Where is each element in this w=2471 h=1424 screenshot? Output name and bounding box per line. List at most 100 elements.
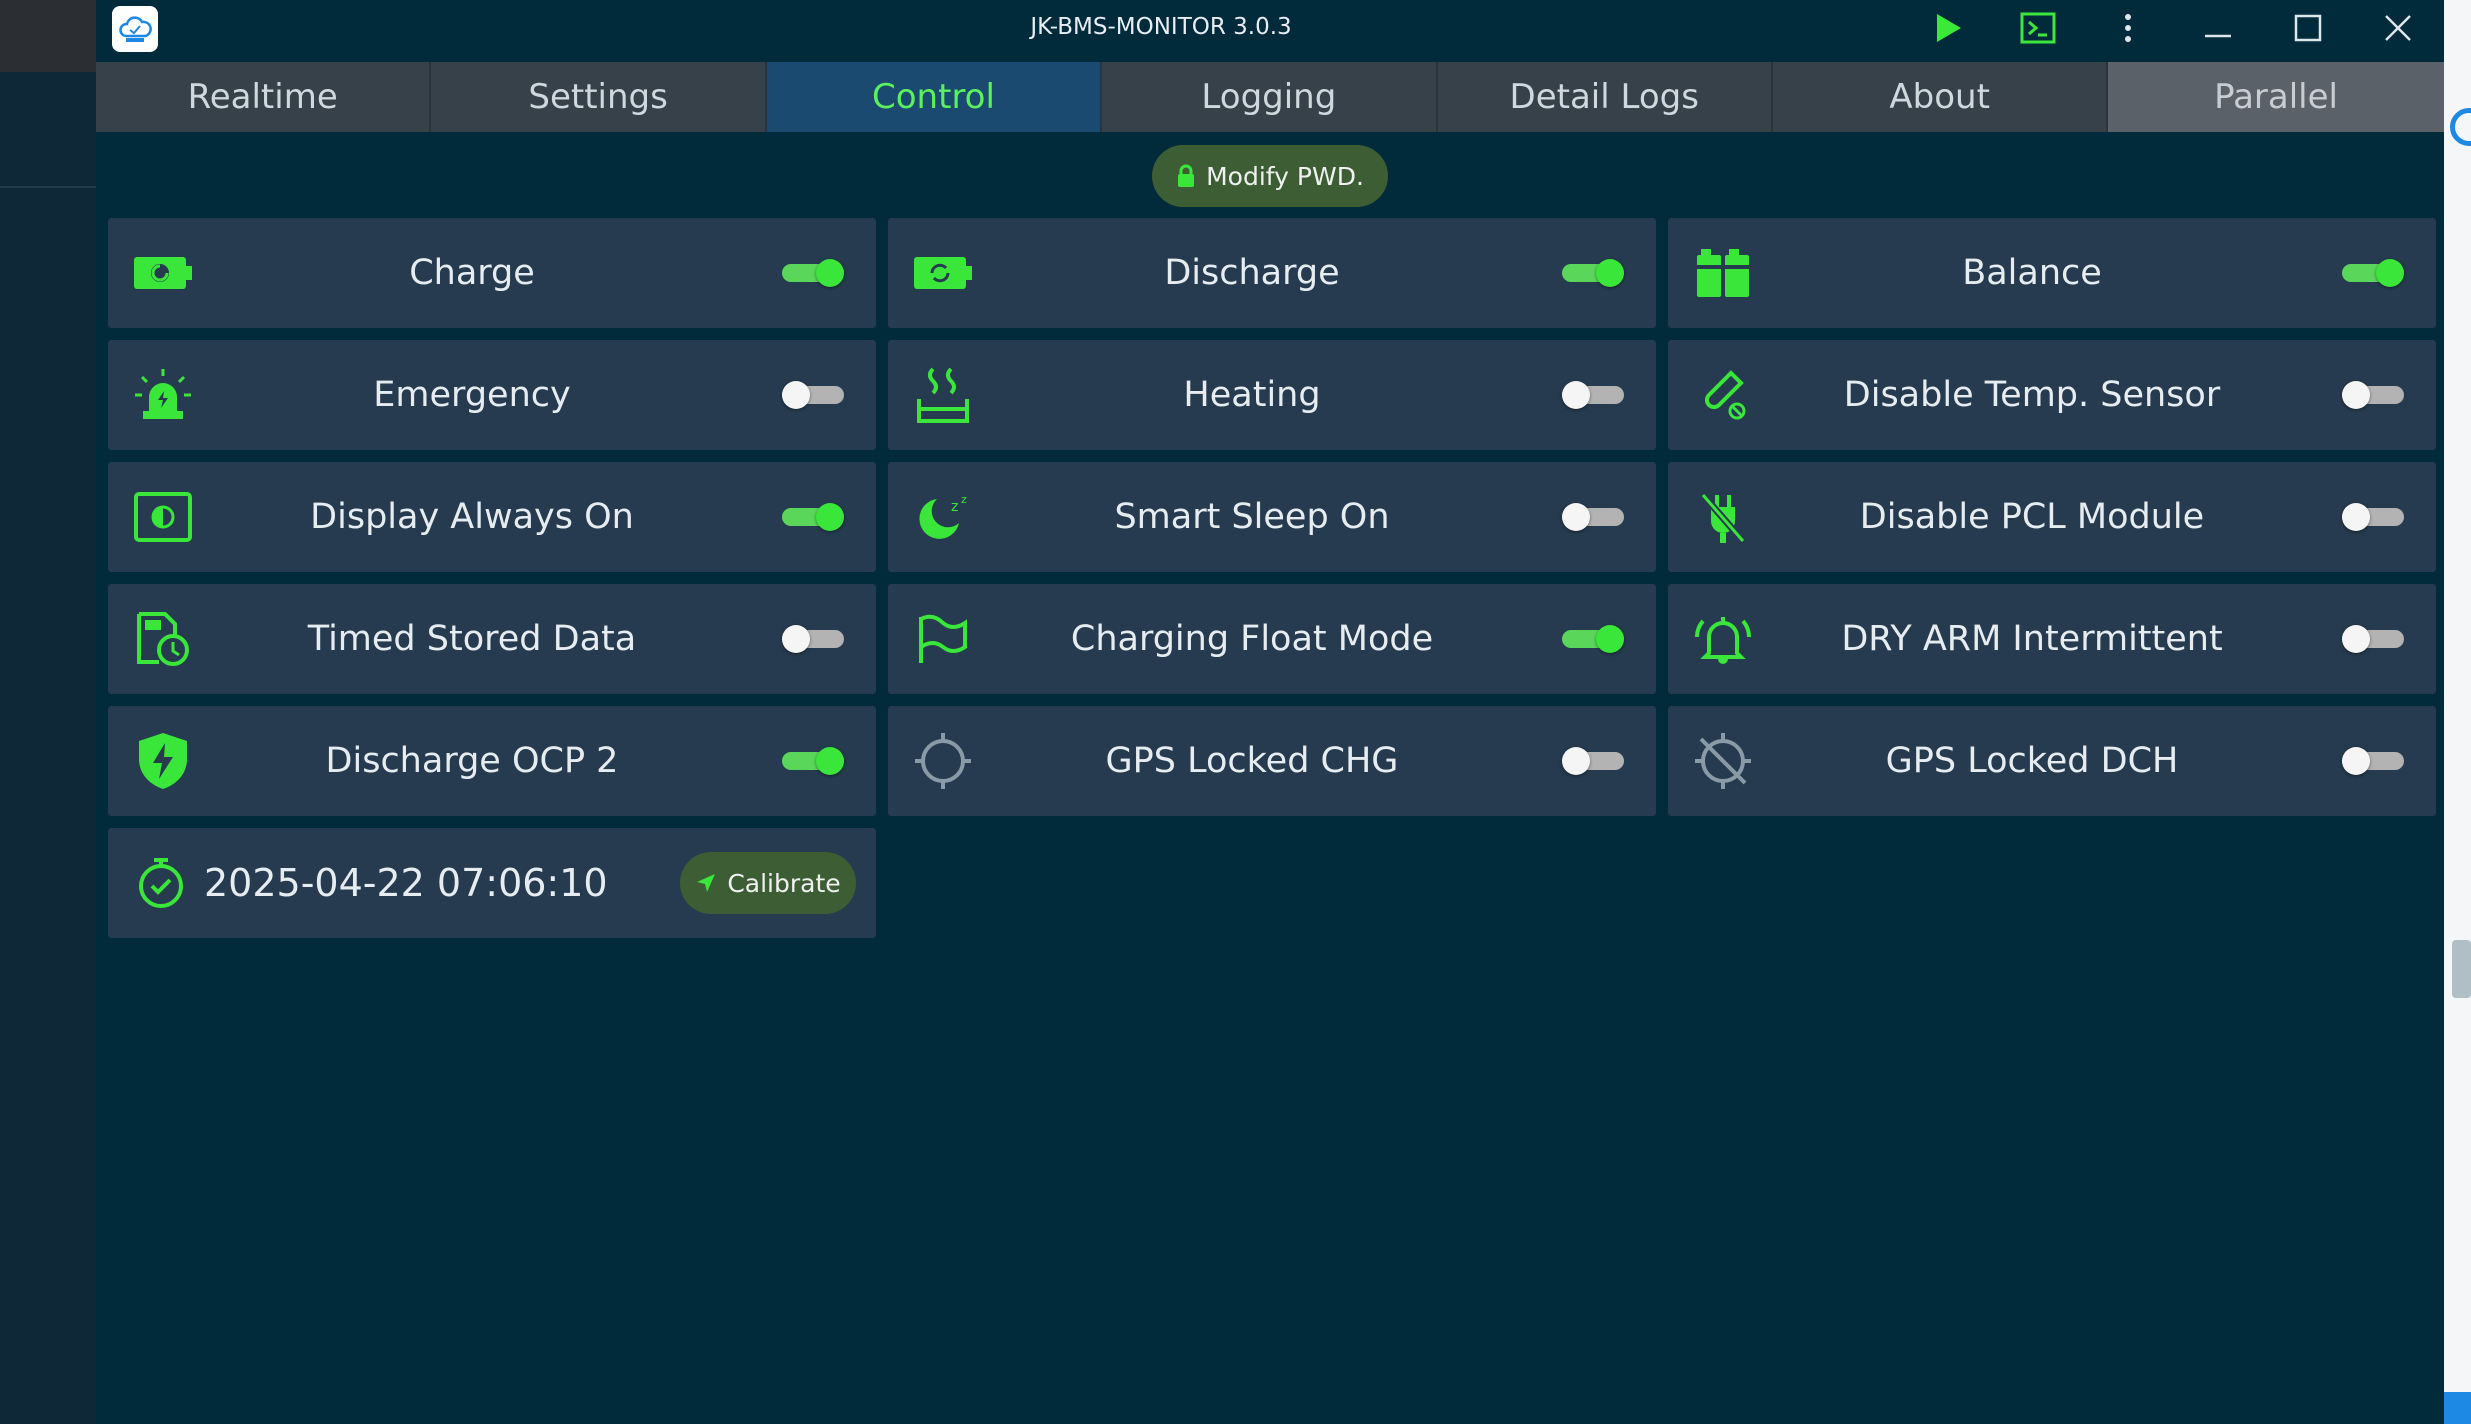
flag-icon <box>912 611 974 667</box>
control-card-display-always-on: Display Always On <box>108 462 876 572</box>
play-button[interactable] <box>1920 4 1976 52</box>
background-accent-bar <box>2444 1392 2471 1424</box>
calibrate-button[interactable]: Calibrate <box>680 852 856 914</box>
control-label: Charge <box>409 253 535 293</box>
control-label: GPS Locked DCH <box>1885 741 2179 781</box>
control-label: Timed Stored Data <box>307 619 637 659</box>
modify-password-button[interactable]: Modify PWD. <box>1152 145 1388 207</box>
disable-temp-sensor-toggle[interactable] <box>2342 381 2404 409</box>
gps-locked-dch-toggle[interactable] <box>2342 747 2404 775</box>
battery-charge-icon <box>132 245 194 301</box>
display-icon <box>132 489 194 545</box>
discharge-ocp-2-toggle[interactable] <box>782 747 844 775</box>
heating-icon <box>912 367 974 423</box>
battery-discharge-icon <box>912 245 974 301</box>
battery-balance-icon <box>1692 245 1754 301</box>
title-bar: JK-BMS-MONITOR 3.0.3 <box>96 0 2444 62</box>
control-card-smart-sleep-on: zz Smart Sleep On <box>888 462 1656 572</box>
control-card-balance: Balance <box>1668 218 2436 328</box>
tab-control[interactable]: Control <box>766 62 1103 132</box>
control-card-heating: Heating <box>888 340 1656 450</box>
gps-crosshair-icon <box>912 733 974 789</box>
send-icon <box>697 874 716 892</box>
tab-settings[interactable]: Settings <box>431 62 767 132</box>
tab-realtime[interactable]: Realtime <box>96 62 432 132</box>
control-card-emergency: Emergency <box>108 340 876 450</box>
control-label: Discharge <box>1164 253 1340 293</box>
lock-icon <box>1178 164 1195 187</box>
background-scroll-bar <box>2452 940 2471 998</box>
shield-bolt-icon <box>132 733 194 789</box>
control-card-discharge: Discharge <box>888 218 1656 328</box>
tab-bar: Realtime Settings Control Logging Detail… <box>96 62 2444 132</box>
minimize-button[interactable] <box>2190 4 2246 52</box>
modify-password-label: Modify PWD. <box>1206 161 1364 191</box>
play-icon <box>1937 14 1961 42</box>
dry-arm-intermittent-toggle[interactable] <box>2342 625 2404 653</box>
timer-check-icon <box>134 856 188 910</box>
tab-logging[interactable]: Logging <box>1102 62 1438 132</box>
background-desktop-right <box>2444 0 2471 1424</box>
control-label: Disable Temp. Sensor <box>1843 375 2221 415</box>
background-strip <box>0 0 96 72</box>
terminal-button[interactable] <box>2010 4 2066 52</box>
control-label: Smart Sleep On <box>1114 497 1390 537</box>
close-icon <box>2385 15 2411 41</box>
control-label: Display Always On <box>310 497 634 537</box>
tab-detail-logs[interactable]: Detail Logs <box>1437 62 1773 132</box>
gps-locked-chg-toggle[interactable] <box>1562 747 1624 775</box>
terminal-icon <box>2020 12 2056 44</box>
tab-about[interactable]: About <box>1772 62 2109 132</box>
alarm-bell-icon <box>1692 611 1754 667</box>
display-always-on-toggle[interactable] <box>782 503 844 531</box>
temp-sensor-off-icon <box>1692 367 1754 423</box>
svg-text:z: z <box>961 493 967 506</box>
control-label: Discharge OCP 2 <box>325 741 619 781</box>
emergency-toggle[interactable] <box>782 381 844 409</box>
control-card-charge: Charge <box>108 218 876 328</box>
control-card-timed-stored-data: Timed Stored Data <box>108 584 876 694</box>
file-clock-icon <box>132 611 194 667</box>
svg-text:z: z <box>951 499 958 515</box>
tab-parallel[interactable]: Parallel <box>2108 62 2444 132</box>
disable-pcl-module-toggle[interactable] <box>2342 503 2404 531</box>
minimize-icon <box>2205 34 2231 38</box>
control-label: Balance <box>1962 253 2102 293</box>
background-divider <box>0 186 96 188</box>
calibrate-label: Calibrate <box>727 868 841 898</box>
emergency-siren-icon <box>132 367 194 423</box>
background-desktop-left <box>0 0 96 1424</box>
clock-card: 2025-04-22 07:06:10 Calibrate <box>108 828 876 938</box>
control-card-disable-temp-sensor: Disable Temp. Sensor <box>1668 340 2436 450</box>
more-vertical-icon <box>2125 14 2131 42</box>
control-card-disable-pcl-module: Disable PCL Module <box>1668 462 2436 572</box>
more-menu-button[interactable] <box>2100 4 2156 52</box>
smart-sleep-on-toggle[interactable] <box>1562 503 1624 531</box>
gps-off-icon <box>1692 733 1754 789</box>
control-label: Disable PCL Module <box>1859 497 2205 537</box>
app-window: JK-BMS-MONITOR 3.0.3 Realtime Settings C… <box>96 0 2444 1424</box>
plug-off-icon <box>1692 489 1754 545</box>
control-card-dry-arm-intermittent: DRY ARM Intermittent <box>1668 584 2436 694</box>
sleep-moon-icon: zz <box>912 489 974 545</box>
balance-toggle[interactable] <box>2342 259 2404 287</box>
control-label: DRY ARM Intermittent <box>1841 619 2223 659</box>
control-card-discharge-ocp-2: Discharge OCP 2 <box>108 706 876 816</box>
window-title: JK-BMS-MONITOR 3.0.3 <box>1030 14 1292 40</box>
discharge-toggle[interactable] <box>1562 259 1624 287</box>
charge-toggle[interactable] <box>782 259 844 287</box>
maximize-icon <box>2294 14 2322 42</box>
control-card-gps-locked-dch: GPS Locked DCH <box>1668 706 2436 816</box>
timed-stored-data-toggle[interactable] <box>782 625 844 653</box>
control-label: Heating <box>1183 375 1321 415</box>
heating-toggle[interactable] <box>1562 381 1624 409</box>
control-label: Emergency <box>373 375 571 415</box>
maximize-button[interactable] <box>2280 4 2336 52</box>
control-card-gps-locked-chg: GPS Locked CHG <box>888 706 1656 816</box>
charging-float-mode-toggle[interactable] <box>1562 625 1624 653</box>
device-datetime: 2025-04-22 07:06:10 <box>204 861 608 905</box>
control-card-charging-float-mode: Charging Float Mode <box>888 584 1656 694</box>
close-button[interactable] <box>2370 4 2426 52</box>
background-ring <box>2450 108 2471 146</box>
control-label: GPS Locked CHG <box>1105 741 1399 781</box>
